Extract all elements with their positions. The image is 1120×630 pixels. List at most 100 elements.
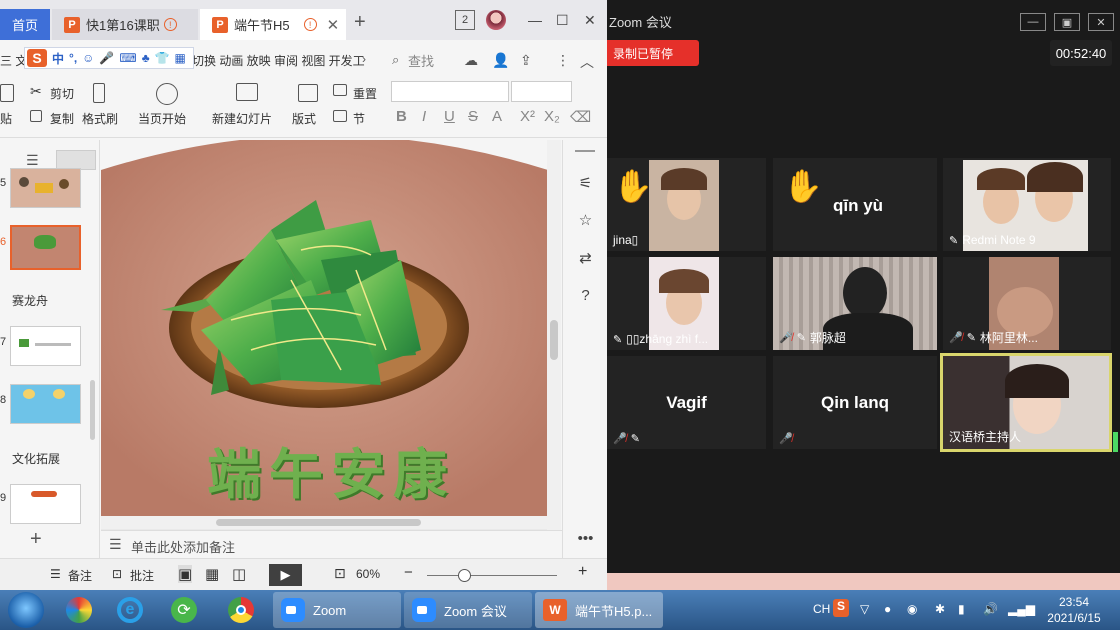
add-slide-button[interactable]: + xyxy=(30,528,42,551)
participant-tile[interactable]: Qin lanq 🎤̸ xyxy=(773,356,937,449)
fit-window-icon[interactable]: ⊡ xyxy=(334,565,346,582)
participant-tile[interactable]: ✎ ▯▯zhāng zhì f... xyxy=(607,257,766,350)
avatar[interactable] xyxy=(486,10,506,30)
menu-more-chevron-icon[interactable]: › xyxy=(362,52,366,66)
paste-button[interactable]: 贴 xyxy=(0,110,12,127)
zoom-slider-knob[interactable] xyxy=(458,569,471,582)
slide-canvas[interactable]: 端午安康 xyxy=(101,140,561,530)
zoom-slider[interactable] xyxy=(427,575,557,576)
layout-icon[interactable] xyxy=(298,84,318,102)
section-label-dragon-boat[interactable]: 赛龙舟 xyxy=(12,292,48,309)
play-slideshow-button[interactable]: ▶ xyxy=(269,564,302,586)
start-button[interactable] xyxy=(8,592,44,628)
slide-thumb-8[interactable] xyxy=(10,384,81,424)
play-from-current-button[interactable]: 当页开始 xyxy=(138,110,186,127)
transition-icon[interactable]: ⇄ xyxy=(577,250,594,267)
format-painter-button[interactable]: 格式刷 xyxy=(82,110,118,127)
participant-tile[interactable]: Vagif 🎤̸ ✎ xyxy=(607,356,766,449)
tab-doc-lesson16[interactable]: P 快1第16课职 ! xyxy=(52,9,198,40)
close-window-button[interactable]: ✕ xyxy=(1088,13,1114,31)
list-view-icon[interactable]: ☰ xyxy=(26,152,39,169)
tab-home[interactable]: 首页 xyxy=(0,9,50,40)
font-color-icon[interactable]: A xyxy=(492,108,502,125)
zoom-level[interactable]: 60% xyxy=(356,567,380,581)
copy-button[interactable]: 复制 xyxy=(50,110,74,127)
grid-view-icon[interactable]: ▦ xyxy=(205,565,219,583)
close-window-button[interactable]: ✕ xyxy=(584,10,596,30)
taskbar-zoom[interactable]: Zoom xyxy=(273,592,401,628)
section-label-culture[interactable]: 文化拓展 xyxy=(12,450,60,467)
scissors-icon[interactable]: ✂ xyxy=(30,83,42,100)
participant-tile[interactable]: 🎤̸ ✎ 林阿里林... xyxy=(943,257,1111,350)
normal-view-icon[interactable]: ▣ xyxy=(178,565,193,583)
thumbnail-view-icon[interactable] xyxy=(56,150,96,170)
help-icon[interactable]: ? xyxy=(577,287,594,304)
underline-icon[interactable]: U xyxy=(444,108,455,125)
layout-button[interactable]: 版式 xyxy=(292,110,316,127)
share-icon[interactable]: ⇪ xyxy=(520,52,532,69)
restore-button[interactable]: ▣ xyxy=(1054,13,1080,31)
comment-icon[interactable]: ⊡ xyxy=(112,567,122,581)
microphone-icon[interactable]: 🎤 xyxy=(99,51,114,65)
notes-toggle-icon[interactable]: ☰ xyxy=(50,567,61,581)
shirt-icon[interactable]: 👕 xyxy=(155,51,170,65)
slide-thumb-7[interactable] xyxy=(10,326,81,366)
paste-icon[interactable] xyxy=(0,84,14,102)
search-icon[interactable]: ⌕ xyxy=(392,52,399,68)
scrollbar-thumb[interactable] xyxy=(550,320,558,360)
tray-icon[interactable]: ▽ xyxy=(860,602,869,616)
zoom-tray-icon[interactable]: ● xyxy=(884,602,891,616)
reset-icon[interactable] xyxy=(333,84,347,96)
add-tab-button[interactable]: + xyxy=(354,11,366,34)
zoom-out-button[interactable]: − xyxy=(404,564,413,581)
star-icon[interactable]: ☆ xyxy=(577,212,594,229)
slide-thumb-5[interactable] xyxy=(10,168,81,208)
notes-placeholder[interactable]: 单击此处添加备注 xyxy=(131,537,235,556)
language-indicator[interactable]: CH xyxy=(813,602,830,616)
slide-vertical-scrollbar[interactable] xyxy=(547,140,561,530)
slide-title[interactable]: 端午安康 xyxy=(181,430,481,509)
font-family-select[interactable] xyxy=(391,81,509,102)
collapse-ribbon-icon[interactable]: ︿ xyxy=(580,52,594,72)
minimize-button[interactable]: — xyxy=(1020,13,1046,31)
thumb-scrollbar[interactable] xyxy=(90,380,95,440)
strikethrough-icon[interactable]: S xyxy=(468,108,478,125)
slide-horizontal-scrollbar[interactable] xyxy=(101,516,547,529)
reading-view-icon[interactable]: ◫ xyxy=(232,565,246,583)
subscript-icon[interactable]: X₂ xyxy=(544,108,560,125)
recording-paused-badge[interactable]: 录制已暂停 xyxy=(607,40,699,66)
participant-tile-active-speaker[interactable]: 汉语桥主持人 xyxy=(940,353,1112,452)
sogou-tray-icon[interactable]: S xyxy=(833,599,849,617)
minimize-button[interactable]: — xyxy=(528,10,542,30)
section-icon[interactable] xyxy=(333,110,347,122)
keyboard-icon[interactable]: ⌨ xyxy=(119,51,136,65)
cut-button[interactable]: 剪切 xyxy=(50,85,74,102)
bluetooth-icon[interactable]: ✱ xyxy=(935,602,945,616)
volume-icon[interactable]: 🔊 xyxy=(983,602,998,616)
usb-icon[interactable]: ▮ xyxy=(958,602,965,616)
maximize-button[interactable]: ☐ xyxy=(556,10,569,30)
more-icon[interactable]: ••• xyxy=(577,530,594,547)
ime-lang-toggle[interactable]: 中 xyxy=(52,50,64,67)
participant-tile[interactable]: ✋ jina▯ xyxy=(607,158,766,251)
window-count-badge[interactable]: 2 xyxy=(455,10,475,30)
search-label[interactable]: 查找 xyxy=(408,51,434,70)
taskbar-zoom-meeting[interactable]: Zoom 会议 xyxy=(404,592,532,628)
italic-icon[interactable]: I xyxy=(422,108,426,125)
slide-thumb-9[interactable] xyxy=(10,484,81,524)
new-slide-icon[interactable] xyxy=(236,83,258,101)
tab-doc-duanwu[interactable]: P 端午节H5 ! ✕ xyxy=(200,9,346,40)
punctuation-icon[interactable]: °, xyxy=(69,51,77,65)
cloud-icon[interactable]: ☁ xyxy=(464,52,478,69)
refresh-app-icon[interactable]: ⟳ xyxy=(167,593,201,627)
skin-icon[interactable]: ♣ xyxy=(142,51,150,65)
copy-icon[interactable] xyxy=(30,110,42,122)
format-painter-icon[interactable] xyxy=(93,83,105,103)
slide-thumb-6-selected[interactable] xyxy=(10,225,81,270)
emoji-icon[interactable]: ☺ xyxy=(82,51,94,65)
notes-area[interactable]: ☰ 单击此处添加备注 xyxy=(101,530,562,558)
settings-sliders-icon[interactable]: ⚟ xyxy=(577,175,594,192)
play-from-current-icon[interactable] xyxy=(156,83,178,105)
scrollbar-thumb[interactable] xyxy=(216,519,421,526)
comments-toggle-button[interactable]: 批注 xyxy=(130,567,154,584)
